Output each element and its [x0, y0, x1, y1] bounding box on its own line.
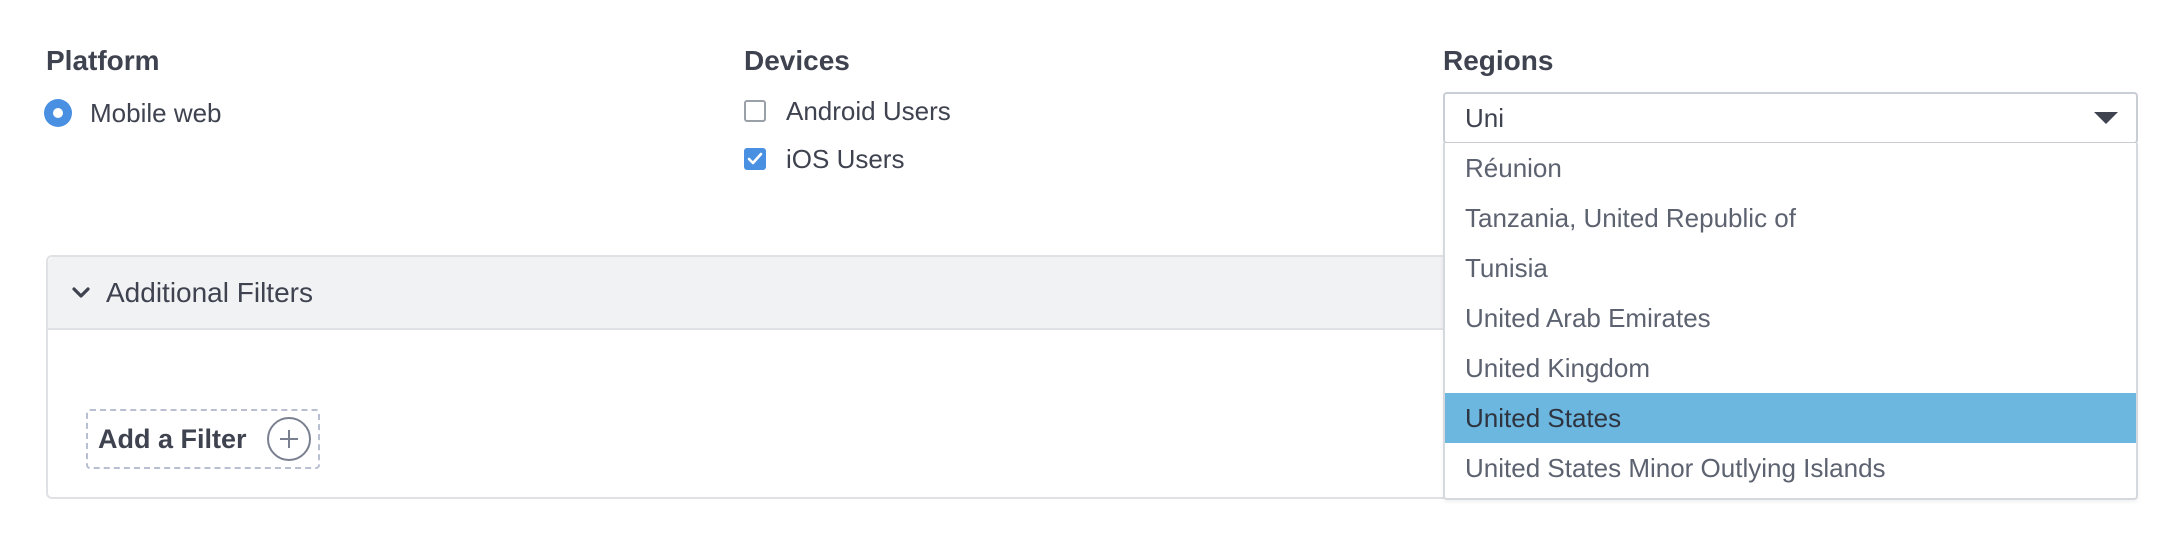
device-option-android[interactable]: Android Users — [744, 94, 951, 128]
region-option[interactable]: United Kingdom — [1445, 343, 2136, 393]
region-dropdown-list: Réunion Tanzania, United Republic of Tun… — [1443, 143, 2138, 500]
add-filter-label: Add a Filter — [98, 423, 247, 454]
regions-heading: Regions — [1443, 45, 1554, 76]
device-option-label: iOS Users — [786, 144, 905, 174]
chevron-down-icon[interactable] — [70, 282, 92, 304]
check-icon — [747, 152, 763, 165]
region-search-input[interactable] — [1465, 102, 2065, 134]
android-checkbox[interactable] — [744, 100, 766, 122]
plus-circle-icon[interactable] — [266, 417, 311, 461]
device-option-ios[interactable]: iOS Users — [744, 142, 904, 176]
caret-down-icon[interactable] — [2094, 112, 2118, 124]
additional-filters-title: Additional Filters — [106, 276, 313, 308]
ios-checkbox[interactable] — [744, 148, 766, 170]
region-select[interactable] — [1443, 92, 2138, 144]
radio-selected-icon[interactable] — [44, 99, 72, 127]
add-filter-button[interactable]: Add a Filter — [86, 409, 320, 469]
region-option[interactable]: Réunion — [1445, 143, 2136, 193]
platform-heading: Platform — [46, 45, 160, 76]
region-option[interactable]: United States Minor Outlying Islands — [1445, 443, 2136, 493]
devices-heading: Devices — [744, 45, 850, 76]
platform-option-label: Mobile web — [90, 98, 222, 128]
region-option[interactable]: Tunisia — [1445, 243, 2136, 293]
region-option[interactable]: Tanzania, United Republic of — [1445, 193, 2136, 243]
device-option-label: Android Users — [786, 96, 951, 126]
platform-option-mobile-web[interactable]: Mobile web — [44, 96, 222, 130]
region-option-highlighted[interactable]: United States — [1445, 393, 2136, 443]
region-option[interactable]: United Arab Emirates — [1445, 293, 2136, 343]
page: Platform Mobile web Devices Android User… — [0, 0, 2182, 550]
